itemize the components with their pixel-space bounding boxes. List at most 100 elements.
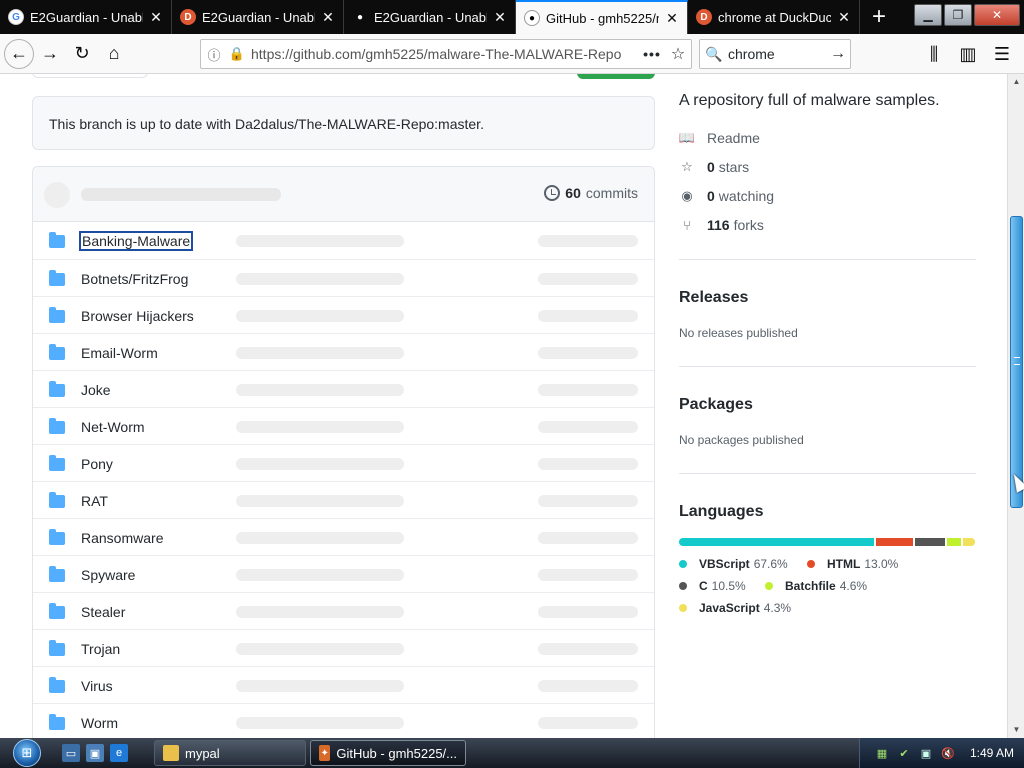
- packages-heading[interactable]: Packages: [679, 396, 753, 414]
- file-name-link[interactable]: RAT: [81, 493, 108, 509]
- sidebar-icon[interactable]: ▥: [952, 38, 984, 70]
- search-bar[interactable]: 🔍 chrome →: [699, 39, 851, 69]
- menu-icon[interactable]: ☰: [986, 38, 1018, 70]
- file-name-link[interactable]: Pony: [81, 456, 113, 472]
- releases-heading[interactable]: Releases: [679, 289, 748, 307]
- library-icon[interactable]: ⫼: [918, 38, 950, 70]
- url-bar[interactable]: ⓘ 🔒 https://github.com/gmh5225/malware-T…: [200, 39, 692, 69]
- tab-title: E2Guardian - Unable: [374, 9, 487, 25]
- language-percent: 4.3%: [763, 601, 792, 615]
- language-bar-segment: [947, 538, 961, 546]
- display-tray-icon[interactable]: ▣: [918, 745, 934, 761]
- restore-button[interactable]: ❐: [944, 4, 972, 26]
- language-name: VBScript: [699, 557, 750, 571]
- watching-link[interactable]: ◉ 0 watching: [679, 188, 774, 204]
- close-icon[interactable]: ✕: [149, 9, 163, 26]
- show-desktop-icon[interactable]: ▭: [62, 744, 80, 762]
- file-rows: Banking-Malware Botnets/FritzFrog Browse…: [33, 222, 654, 738]
- file-name-link[interactable]: Banking-Malware: [78, 231, 194, 251]
- stars-link[interactable]: ☆ 0 stars: [679, 159, 749, 175]
- language-item[interactable]: HTML 13.0%: [807, 557, 898, 571]
- folder-icon: [49, 344, 65, 360]
- language-percent: 10.5%: [711, 579, 746, 593]
- file-name-link[interactable]: Stealer: [81, 604, 125, 620]
- folder-icon: [49, 307, 65, 323]
- file-row: Trojan: [33, 629, 654, 666]
- reload-button[interactable]: ↻: [66, 38, 98, 70]
- language-item[interactable]: VBScript 67.6%: [679, 557, 788, 571]
- tab-duckduckgo-search[interactable]: D chrome at DuckDuckGo ✕: [688, 0, 860, 34]
- forks-link[interactable]: ⑂ 116 forks: [679, 217, 764, 233]
- file-name-link[interactable]: Trojan: [81, 641, 120, 657]
- language-bar: [679, 538, 975, 546]
- branch-status-box: This branch is up to date with Da2dalus/…: [32, 96, 655, 150]
- close-window-button[interactable]: ✕: [974, 4, 1020, 26]
- minimize-button[interactable]: ▁: [914, 4, 942, 26]
- switch-windows-icon[interactable]: ▣: [86, 744, 104, 762]
- taskbar-button-folder[interactable]: mypal: [154, 740, 306, 766]
- language-item[interactable]: Batchfile 4.6%: [765, 579, 867, 593]
- search-go-icon[interactable]: →: [826, 45, 850, 63]
- clock[interactable]: 1:49 AM: [970, 746, 1014, 760]
- close-icon[interactable]: ✕: [665, 10, 679, 27]
- taskbar-button-browser[interactable]: ✦ GitHub - gmh5225/...: [310, 740, 466, 766]
- scrollbar-thumb[interactable]: [1010, 216, 1023, 508]
- language-bar-segment: [962, 538, 975, 546]
- security-tray-icon[interactable]: ✔: [896, 745, 912, 761]
- file-name-link[interactable]: Email-Worm: [81, 345, 158, 361]
- file-name-link[interactable]: Spyware: [81, 567, 135, 583]
- info-icon[interactable]: ⓘ: [201, 45, 227, 64]
- file-name-link[interactable]: Virus: [81, 678, 113, 694]
- tab-github-repo[interactable]: ● GitHub - gmh5225/malware-The-MALWARE-R…: [516, 0, 688, 34]
- start-button[interactable]: ⊞: [6, 738, 48, 768]
- scroll-down-arrow[interactable]: ▼: [1009, 723, 1024, 737]
- bookmark-star-icon[interactable]: ☆: [665, 44, 691, 64]
- home-button[interactable]: ⌂: [98, 38, 130, 70]
- scroll-up-arrow[interactable]: ▲: [1009, 75, 1024, 89]
- new-tab-button[interactable]: +: [860, 0, 898, 34]
- close-icon[interactable]: ✕: [493, 9, 507, 26]
- eye-icon: ◉: [681, 188, 693, 203]
- readme-link[interactable]: 📖 Readme: [679, 130, 760, 146]
- file-name-link[interactable]: Net-Worm: [81, 419, 145, 435]
- duckduckgo-icon: D: [180, 9, 196, 25]
- tab-e2guardian-3[interactable]: ● E2Guardian - Unable ✕: [344, 0, 516, 34]
- file-name-link[interactable]: Worm: [81, 715, 118, 731]
- branch-select-button[interactable]: [32, 74, 148, 78]
- file-name-link[interactable]: Joke: [81, 382, 111, 398]
- language-item[interactable]: JavaScript 4.3%: [679, 601, 791, 615]
- file-name-link[interactable]: Ransomware: [81, 530, 163, 546]
- vertical-scrollbar[interactable]: ▲ ▼: [1007, 74, 1024, 738]
- network-tray-icon[interactable]: ▦: [874, 745, 890, 761]
- search-engine-icon[interactable]: 🔍: [700, 46, 728, 63]
- forward-button[interactable]: →: [34, 38, 66, 70]
- close-icon[interactable]: ✕: [321, 9, 335, 26]
- language-item[interactable]: C 10.5%: [679, 579, 746, 593]
- internet-explorer-icon[interactable]: e: [110, 744, 128, 762]
- volume-muted-icon[interactable]: 🔇: [940, 745, 956, 761]
- search-input[interactable]: chrome: [728, 46, 826, 62]
- file-name-link[interactable]: Botnets/FritzFrog: [81, 271, 188, 287]
- url-text[interactable]: https://github.com/gmh5225/malware-The-M…: [247, 46, 639, 62]
- language-dot: [807, 560, 815, 568]
- close-icon[interactable]: ✕: [837, 9, 851, 26]
- file-row: Ransomware: [33, 518, 654, 555]
- file-row: Pony: [33, 444, 654, 481]
- language-name: HTML: [827, 557, 861, 571]
- tab-e2guardian-1[interactable]: G E2Guardian - Unable ✕: [0, 0, 172, 34]
- commits-link[interactable]: 60 commits: [544, 185, 638, 201]
- file-name-link[interactable]: Browser Hijackers: [81, 308, 194, 324]
- folder-icon: [49, 529, 65, 545]
- code-button[interactable]: [577, 74, 655, 79]
- commit-count: 60: [565, 185, 581, 201]
- forks-count: 116: [707, 217, 730, 233]
- language-dot: [679, 560, 687, 568]
- tab-e2guardian-2[interactable]: D E2Guardian - Unable ✕: [172, 0, 344, 34]
- commit-message-placeholder: [236, 384, 404, 396]
- windows-logo-icon: ⊞: [13, 739, 41, 767]
- back-button[interactable]: ←: [4, 38, 34, 69]
- commit-date-placeholder: [538, 569, 638, 581]
- lock-icon[interactable]: 🔒: [227, 46, 247, 62]
- file-row: RAT: [33, 481, 654, 518]
- page-actions-icon[interactable]: •••: [639, 46, 665, 62]
